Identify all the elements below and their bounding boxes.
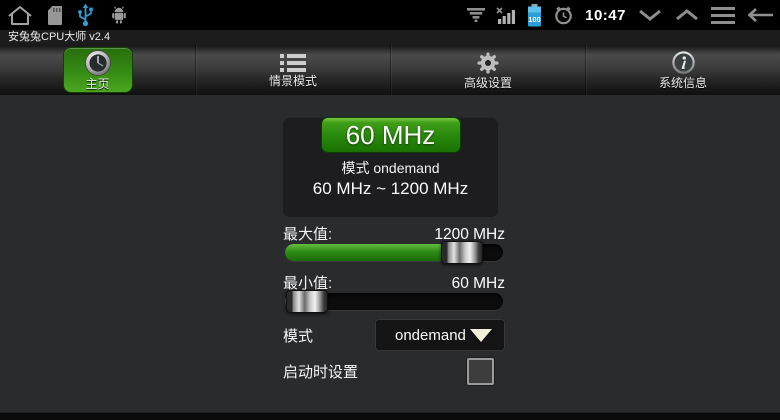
battery-icon: 100 bbox=[527, 3, 542, 27]
min-frequency-slider[interactable] bbox=[285, 290, 503, 313]
bottom-edge-strip bbox=[0, 412, 780, 420]
set-on-boot-checkbox[interactable] bbox=[467, 358, 494, 385]
status-bar-tray[interactable]: 100 10:47 bbox=[467, 3, 780, 27]
app-title-bar: 安兔兔CPU大师 v2.4 bbox=[0, 30, 780, 45]
tab-system-info[interactable]: 系统信息 bbox=[585, 45, 780, 95]
menu-icon[interactable] bbox=[711, 6, 735, 24]
max-frequency-slider[interactable] bbox=[285, 241, 503, 264]
tab-home[interactable]: 主页 bbox=[0, 45, 195, 95]
max-slider-thumb[interactable] bbox=[440, 241, 483, 264]
data-funnel-icon bbox=[467, 8, 486, 22]
tab-profiles[interactable]: 情景模式 bbox=[195, 45, 390, 95]
signal-no-service-icon bbox=[496, 6, 516, 24]
governor-dropdown[interactable]: ondemand bbox=[375, 319, 505, 351]
back-arrow-icon[interactable] bbox=[746, 7, 774, 23]
tab-home-label: 主页 bbox=[85, 77, 110, 91]
status-bar: 100 10:47 bbox=[0, 0, 780, 30]
clock-time: 10:47 bbox=[585, 6, 626, 24]
tab-profiles-label: 情景模式 bbox=[268, 73, 317, 88]
governor-label: 模式 bbox=[283, 327, 314, 345]
min-slider-thumb[interactable] bbox=[285, 290, 328, 313]
app-title: 安兔兔CPU大师 v2.4 bbox=[8, 31, 111, 43]
battery-percent-text: 100 bbox=[528, 15, 541, 24]
alarm-clock-icon bbox=[553, 5, 574, 25]
info-icon bbox=[671, 50, 696, 75]
usb-icon[interactable] bbox=[77, 3, 94, 27]
set-on-boot-label: 启动时设置 bbox=[283, 364, 359, 381]
status-bar-left bbox=[0, 3, 129, 27]
chevron-up-icon[interactable] bbox=[674, 8, 700, 22]
gauge-icon bbox=[84, 49, 112, 77]
frequency-range-text: 60 MHz ~ 1200 MHz bbox=[312, 179, 469, 198]
settings-column: 60 MHz 模式 ondemand 60 MHz ~ 1200 MHz 最大值… bbox=[283, 107, 505, 385]
set-on-boot-row: 启动时设置 bbox=[283, 358, 505, 385]
tab-advanced-settings[interactable]: 高级设置 bbox=[390, 45, 585, 95]
tab-system-info-label: 系统信息 bbox=[658, 76, 707, 90]
max-slider-fill bbox=[285, 244, 462, 261]
screen: 100 10:47 安兔兔CPU大师 v2.4 主页 情景模式 高级设置 系统信… bbox=[0, 0, 780, 420]
main-content: 60 MHz 模式 ondemand 60 MHz ~ 1200 MHz 最大值… bbox=[0, 95, 780, 412]
min-frequency-value: 60 MHz bbox=[451, 275, 505, 292]
min-frequency-row: 最小值: 60 MHz bbox=[283, 272, 505, 292]
chevron-down-icon[interactable] bbox=[637, 8, 663, 22]
tab-home-pill: 主页 bbox=[62, 47, 133, 93]
tab-advanced-settings-label: 高级设置 bbox=[463, 75, 512, 90]
gear-icon bbox=[476, 51, 500, 75]
cpu-frequency-panel: 60 MHz 模式 ondemand 60 MHz ~ 1200 MHz bbox=[283, 117, 498, 217]
sdcard-icon[interactable] bbox=[48, 5, 62, 25]
home-icon[interactable] bbox=[7, 4, 33, 26]
current-frequency-button[interactable]: 60 MHz bbox=[320, 117, 461, 153]
tab-bar: 主页 情景模式 高级设置 系统信息 bbox=[0, 45, 780, 95]
android-robot-icon[interactable] bbox=[109, 5, 129, 25]
governor-row: 模式 ondemand bbox=[283, 319, 505, 351]
list-icon bbox=[280, 53, 306, 73]
governor-summary-text: 模式 ondemand bbox=[341, 160, 440, 176]
governor-selected-value: ondemand bbox=[395, 326, 466, 344]
max-frequency-label: 最大值: bbox=[283, 226, 333, 243]
dropdown-arrow-icon bbox=[470, 328, 492, 342]
max-frequency-row: 最大值: 1200 MHz bbox=[283, 223, 505, 243]
